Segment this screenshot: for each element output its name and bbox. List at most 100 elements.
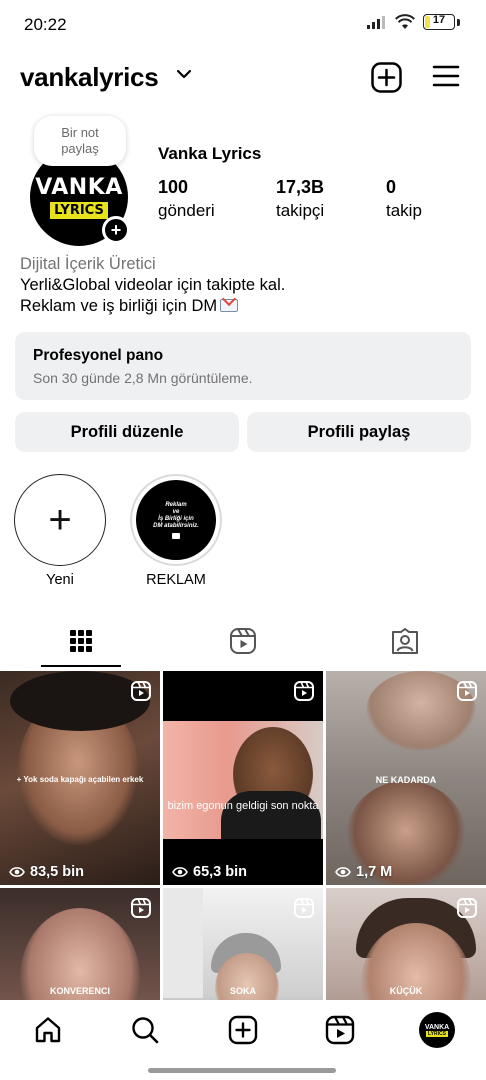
bio: Dijital İçerik Üretici Yerli&Global vide…: [20, 254, 470, 317]
note-text-line1: Bir not: [61, 125, 99, 140]
highlight-cover-line1: Reklam: [165, 501, 187, 508]
battery-level: 17: [432, 14, 446, 26]
post-views-count: 1,7 M: [356, 864, 393, 880]
reel-badge-icon: [294, 898, 314, 918]
nav-reels[interactable]: [322, 1012, 358, 1048]
post-thumbnail[interactable]: KONVERENCI: [0, 888, 160, 1001]
note-bubble[interactable]: Bir not paylaş: [34, 116, 126, 166]
eye-icon: [335, 867, 351, 877]
highlight-cover-line2: ve: [172, 508, 180, 515]
plus-icon: +: [14, 474, 106, 566]
active-tab-indicator: [41, 665, 121, 667]
pro-panel-title: Profesyonel pano: [33, 347, 164, 364]
bio-line-2: Reklam ve iş birliği için DM: [20, 297, 218, 315]
highlight-reklam[interactable]: Reklam ve İş Birliği için DM atabilirsin…: [130, 474, 222, 588]
stat-followers[interactable]: 17,3B takipçi: [276, 177, 324, 221]
stat-posts-value: 100: [158, 177, 189, 197]
add-square-icon[interactable]: [371, 62, 402, 93]
status-icons: 17: [367, 14, 460, 30]
profile-avatar-small: VANKA LYRICS: [419, 1012, 455, 1048]
tab-tagged[interactable]: [324, 614, 486, 668]
home-indicator[interactable]: [148, 1068, 336, 1073]
post-caption: + Yok soda kapağı açabilen erkek: [16, 775, 144, 784]
pro-panel-subtitle: Son 30 günde 2,8 Mn görüntüleme.: [33, 370, 253, 386]
reels-icon: [325, 1015, 355, 1045]
bio-line-1: Yerli&Global videolar için takipte kal.: [20, 276, 286, 294]
bottom-navigation: VANKA LYRICS: [0, 1000, 486, 1064]
stat-followers-value: 17,3B: [276, 177, 325, 197]
envelope-icon: [220, 299, 239, 312]
reel-badge-icon: [131, 681, 151, 701]
envelope-icon: [172, 532, 180, 539]
eye-icon: [172, 867, 188, 877]
post-views-count: 65,3 bin: [193, 864, 247, 880]
hamburger-menu-icon[interactable]: [432, 64, 460, 88]
stat-following[interactable]: 0 takip: [386, 177, 422, 221]
stat-followers-label: takipçi: [276, 201, 325, 220]
highlight-cover-line4: DM atabilirsiniz.: [153, 522, 199, 529]
grid-icon: [70, 630, 92, 652]
professional-dashboard[interactable]: Profesyonel pano Son 30 günde 2,8 Mn gör…: [15, 332, 471, 400]
post-caption: KONVERENCI: [49, 986, 110, 996]
nav-create[interactable]: [225, 1012, 261, 1048]
post-views: 83,5 bin: [9, 864, 84, 880]
nav-avatar-subtext: LYRICS: [426, 1030, 448, 1037]
avatar-logo-subtext: LYRICS: [50, 202, 108, 219]
highlight-new-label: Yeni: [46, 572, 74, 588]
eye-icon: [9, 867, 25, 877]
tagged-icon: [392, 628, 418, 654]
highlight-cover-image: Reklam ve İş Birliği için DM atabilirsin…: [136, 480, 216, 560]
post-caption: SOKA: [229, 986, 256, 996]
post-thumbnail[interactable]: + Yok soda kapağı açabilen erkek 83,5 bi…: [0, 671, 160, 885]
create-icon: [228, 1015, 258, 1045]
highlight-new[interactable]: + Yeni: [14, 474, 106, 588]
username-switcher[interactable]: vankalyrics: [20, 62, 159, 93]
posts-grid: + Yok soda kapağı açabilen erkek 83,5 bi…: [0, 671, 486, 1001]
post-views: 65,3 bin: [172, 864, 247, 880]
post-thumbnail[interactable]: bizim egonun geldigi son nokta 65,3 bin: [163, 671, 323, 885]
signal-icon: [367, 16, 385, 29]
share-profile-button[interactable]: Profili paylaş: [247, 412, 471, 452]
tab-posts[interactable]: [0, 614, 162, 668]
home-icon: [35, 1017, 61, 1043]
post-thumbnail[interactable]: KÜÇÜK: [326, 888, 486, 1001]
battery-icon: 17: [423, 14, 455, 30]
stat-following-label: takip: [386, 201, 422, 220]
nav-avatar-text: VANKA: [424, 1023, 450, 1031]
post-thumbnail[interactable]: SOKA: [163, 888, 323, 1001]
nav-search[interactable]: [127, 1012, 163, 1048]
highlight-reklam-cover: Reklam ve İş Birliği için DM atabilirsin…: [130, 474, 222, 566]
bio-line-2-wrap: Reklam ve iş birliği için DM: [20, 296, 470, 317]
post-caption: KÜÇÜK: [389, 986, 423, 996]
nav-home[interactable]: [30, 1012, 66, 1048]
stat-posts[interactable]: 100 gönderi: [158, 177, 215, 221]
stat-posts-label: gönderi: [158, 201, 215, 220]
bio-category: Dijital İçerik Üretici: [20, 255, 156, 273]
reel-badge-icon: [457, 681, 477, 701]
wifi-icon: [395, 14, 415, 29]
avatar-logo-text: VANKA: [35, 175, 123, 200]
reel-badge-icon: [457, 898, 477, 918]
status-time: 20:22: [24, 15, 67, 34]
add-story-icon[interactable]: +: [102, 216, 130, 244]
chevron-down-icon[interactable]: [176, 68, 192, 80]
profile-tabs: [0, 614, 486, 668]
post-caption: NE KADARDA: [375, 775, 437, 785]
highlight-cover-line3: İş Birliği için: [158, 515, 194, 522]
reel-badge-icon: [294, 681, 314, 701]
reels-icon: [230, 628, 256, 654]
post-caption: bizim egonun geldigi son nokta: [167, 800, 319, 812]
note-text-line2: paylaş: [61, 141, 99, 156]
highlight-reklam-label: REKLAM: [146, 572, 206, 588]
edit-profile-button[interactable]: Profili düzenle: [15, 412, 239, 452]
post-thumbnail[interactable]: NE KADARDA 1,7 M: [326, 671, 486, 885]
display-name: Vanka Lyrics: [158, 144, 262, 163]
nav-profile[interactable]: VANKA LYRICS: [419, 1012, 455, 1048]
stat-following-value: 0: [386, 177, 397, 197]
search-icon: [132, 1017, 159, 1044]
post-views-count: 83,5 bin: [30, 864, 84, 880]
profile-header: vankalyrics: [0, 56, 486, 100]
tab-reels[interactable]: [162, 614, 324, 668]
reel-badge-icon: [131, 898, 151, 918]
post-views: 1,7 M: [335, 864, 392, 880]
